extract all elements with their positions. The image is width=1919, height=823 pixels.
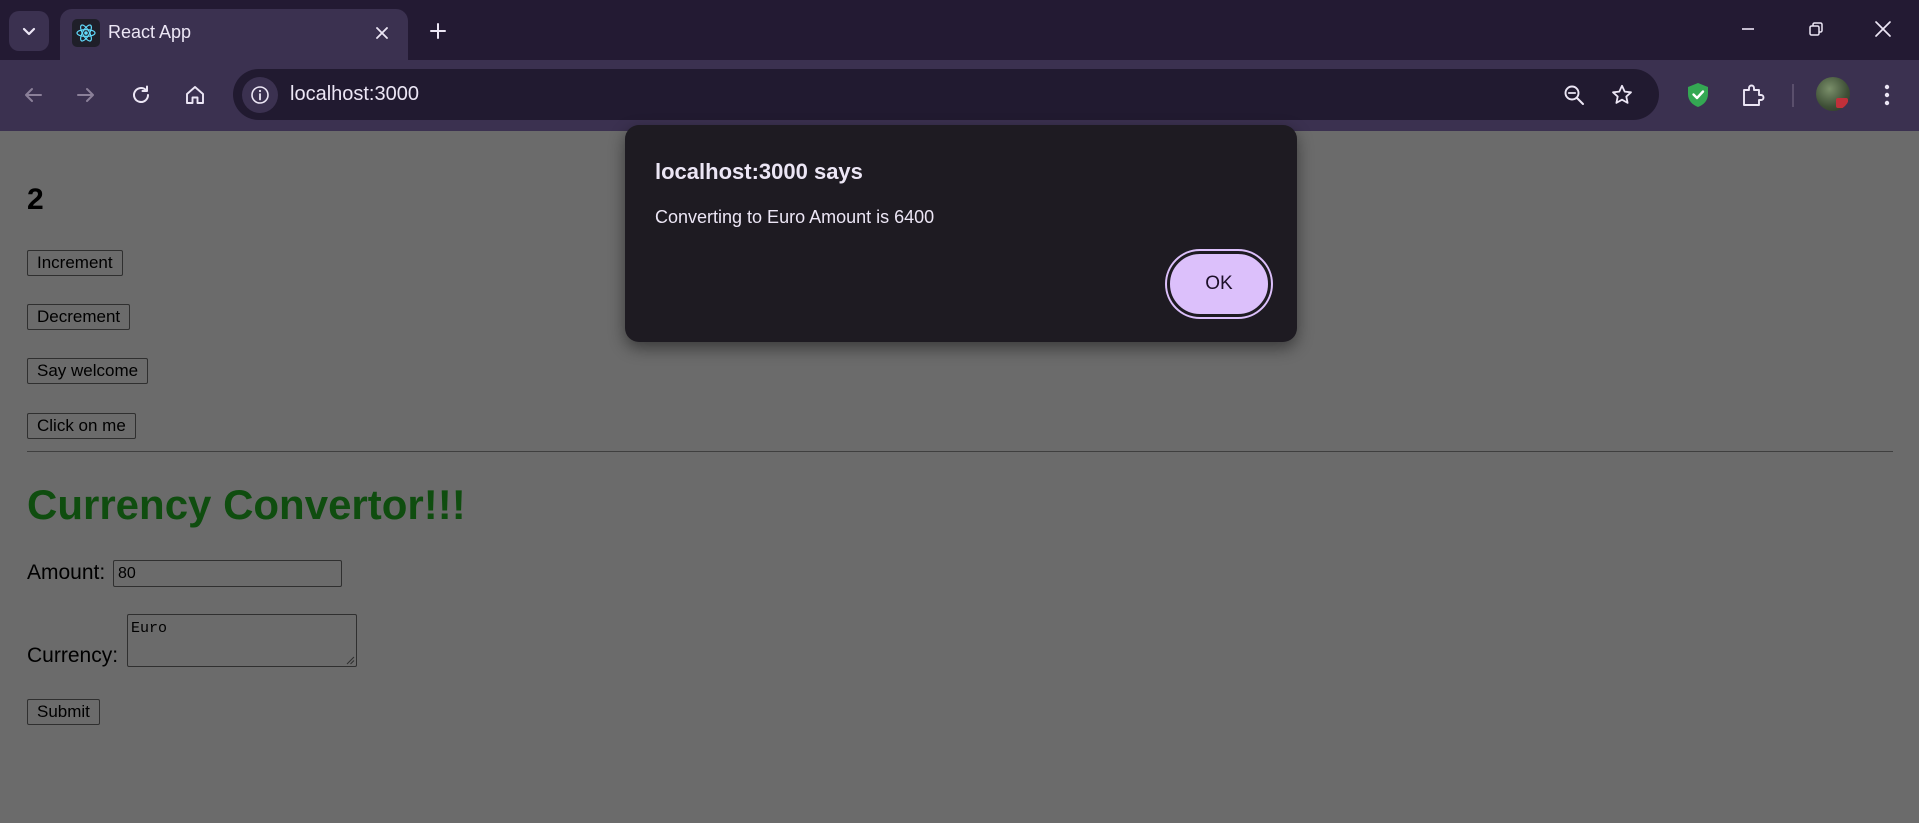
close-icon	[376, 27, 388, 39]
url-text: localhost:3000	[290, 83, 419, 105]
arrow-right-icon	[77, 88, 94, 102]
submit-button[interactable]: Submit	[27, 699, 100, 725]
bookmark-button[interactable]	[1607, 80, 1637, 110]
browser-tab[interactable]: React App	[60, 9, 408, 60]
close-tab-button[interactable]	[370, 21, 394, 45]
profile-avatar[interactable]	[1816, 77, 1850, 111]
currency-label: Currency:	[27, 644, 119, 667]
restore-button[interactable]	[1801, 14, 1831, 44]
resize-grip-icon[interactable]	[345, 655, 355, 665]
home-button[interactable]	[179, 79, 211, 111]
info-icon	[251, 86, 269, 104]
browser-toolbar: localhost:3000	[0, 60, 1919, 131]
shield-check-icon	[1688, 83, 1708, 107]
currency-textarea[interactable]: Euro	[127, 614, 357, 667]
browser-menu-button[interactable]	[1870, 78, 1904, 112]
site-info-button[interactable]	[242, 77, 278, 113]
increment-button[interactable]: Increment	[27, 250, 123, 276]
plus-icon	[430, 23, 446, 39]
tab-title: React App	[108, 22, 192, 42]
restore-icon	[1809, 22, 1823, 36]
react-logo-icon	[72, 19, 100, 47]
forward-button[interactable]	[70, 79, 102, 111]
zoom-button[interactable]	[1559, 80, 1589, 110]
toolbar-divider	[1792, 84, 1794, 107]
shield-extension-button[interactable]	[1681, 78, 1715, 112]
ok-button[interactable]: OK	[1167, 251, 1271, 317]
reload-button[interactable]	[125, 79, 157, 111]
browser-tab-strip: React App	[0, 0, 1919, 60]
home-icon	[186, 86, 204, 104]
puzzle-icon	[1743, 84, 1765, 106]
counter-value: 2	[27, 183, 44, 216]
dialog-title: localhost:3000 says	[655, 159, 863, 184]
tab-search-button[interactable]	[9, 11, 49, 51]
dialog-message: Converting to Euro Amount is 6400	[655, 207, 935, 227]
close-icon	[1875, 21, 1891, 37]
extensions-button[interactable]	[1736, 78, 1770, 112]
reload-icon	[133, 85, 149, 103]
amount-input[interactable]	[113, 560, 342, 587]
back-button[interactable]	[17, 79, 49, 111]
divider	[27, 451, 1893, 452]
decrement-button[interactable]: Decrement	[27, 304, 131, 330]
new-tab-button[interactable]	[424, 17, 452, 45]
converter-title: Currency Convertor!!!	[27, 481, 466, 528]
minimize-button[interactable]	[1733, 14, 1763, 44]
amount-label: Amount:	[27, 561, 106, 584]
arrow-left-icon	[25, 88, 42, 102]
profile-badge-icon	[1836, 98, 1848, 108]
kebab-menu-icon	[1884, 84, 1890, 106]
zoom-out-icon	[1564, 85, 1584, 105]
close-window-button[interactable]	[1868, 14, 1898, 44]
chevron-down-icon	[22, 27, 36, 36]
say-welcome-button[interactable]: Say welcome	[27, 358, 149, 384]
click-on-me-button[interactable]: Click on me	[27, 413, 136, 439]
alert-dialog: localhost:3000 says Converting to Euro A…	[625, 125, 1297, 342]
minimize-icon	[1742, 28, 1754, 30]
address-bar[interactable]: localhost:3000	[233, 69, 1659, 120]
star-icon	[1612, 84, 1632, 104]
